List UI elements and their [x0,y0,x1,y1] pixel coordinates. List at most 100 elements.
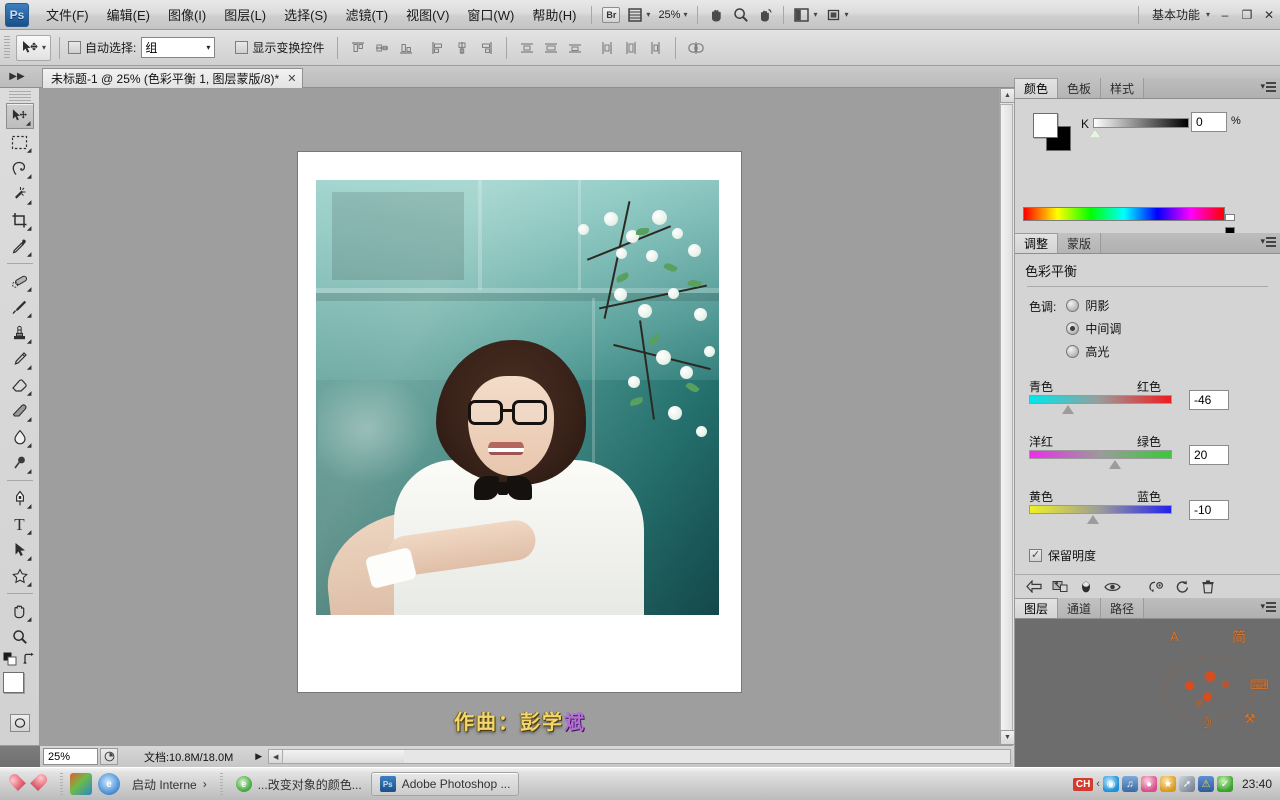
lasso-tool[interactable]: ◢ [6,155,34,181]
start-button[interactable] [0,769,56,799]
screen-mode-icon[interactable]: ▾ [791,4,820,26]
delete-adjustment-icon[interactable] [1197,578,1219,596]
return-to-adjustment-list-icon[interactable] [1023,578,1045,596]
crop-tool[interactable]: ◢ [6,207,34,233]
tab-layers[interactable]: 图层 [1015,598,1059,618]
auto-align-layers-button[interactable] [685,37,707,59]
foreground-color-swatch[interactable] [2,672,24,693]
tone-option-shadows[interactable]: 阴影 [1066,297,1121,314]
eyedropper-tool[interactable]: ◢ [6,233,34,259]
slider-magenta-green-value[interactable]: 20 [1189,445,1229,465]
auto-select-scope-dropdown[interactable]: 组 ▾ [141,37,216,58]
shield-green-icon[interactable]: ★ [1159,776,1176,792]
color-panel-foreground-swatch[interactable] [1033,113,1058,138]
layers-panel-menu-icon[interactable]: ▾ [1260,601,1276,612]
taskbar-photoshop[interactable]: Ps Adobe Photoshop ... [370,772,520,796]
reset-adjustment-icon[interactable] [1171,578,1193,596]
scroll-thumb-vertical[interactable] [1000,104,1013,734]
bridge-button[interactable]: Br [599,4,623,26]
preserve-luminosity-checkbox[interactable] [1029,548,1042,562]
distribute-top-edges-button[interactable] [516,37,538,59]
slider-yellow-blue-thumb[interactable] [1087,515,1099,524]
status-zoom-field[interactable]: 25% [43,748,98,765]
slider-magenta-green-thumb[interactable] [1109,460,1121,469]
slider-yellow-blue-value[interactable]: -10 [1189,500,1229,520]
zoom-tool[interactable] [6,624,34,650]
zoom-icon[interactable] [730,4,752,26]
menu-view[interactable]: 视图(V) [397,1,458,28]
preserve-luminosity-row[interactable]: 保留明度 [1015,543,1280,564]
color-channel-slider-thumb[interactable] [1089,129,1101,138]
align-horizontal-centers-button[interactable] [451,37,473,59]
align-left-edges-button[interactable] [427,37,449,59]
tone-option-highlights[interactable]: 高光 [1066,343,1121,360]
zoom-level-display[interactable]: 25% ▾ [655,4,690,26]
options-bar-grip[interactable] [4,35,10,60]
history-brush-tool[interactable]: ◢ [6,346,34,372]
tab-color[interactable]: 颜色 [1015,78,1059,98]
tone-option-midtones[interactable]: 中间调 [1066,320,1121,337]
align-top-edges-button[interactable] [347,37,369,59]
menu-help[interactable]: 帮助(H) [523,1,585,28]
tools-panel-grip[interactable] [8,91,31,101]
security-icon[interactable]: ✓ [1216,776,1233,792]
ramp-white-swatch[interactable] [1225,214,1235,221]
status-proxy-preview-icon[interactable] [100,748,118,765]
tab-paths[interactable]: 路径 [1101,598,1145,618]
dodge-tool[interactable]: ◢ [6,450,34,476]
tab-adjustments[interactable]: 调整 [1015,233,1059,253]
document-canvas[interactable] [298,152,741,692]
quicklaunch-internet-explorer-icon[interactable]: e [98,773,120,795]
scroll-down-button[interactable]: ▼ [1000,730,1015,745]
current-tool-preview[interactable]: ▾ [16,34,52,61]
canvas-vertical-scrollbar[interactable]: ▲ ▼ [999,88,1015,745]
auto-select-checkbox[interactable] [68,41,82,54]
custom-shape-tool[interactable]: ◢ [6,563,34,589]
quicklaunch-photoshop-icon[interactable] [70,773,92,795]
type-tool[interactable]: T ◢ [6,511,34,537]
ime-floating-toolbar[interactable]: A 简 ☽ ⌨ ⚒ [1148,625,1276,733]
status-popup-arrow-icon[interactable]: ▶ [255,751,262,762]
hand-icon[interactable] [705,4,728,26]
distribute-bottom-edges-button[interactable] [564,37,586,59]
window-close-button[interactable]: ✕ [1258,5,1280,25]
tab-channels[interactable]: 通道 [1058,598,1102,618]
preview-eye-icon[interactable] [1101,578,1123,596]
swap-colors-icon[interactable] [22,652,37,666]
blur-tool[interactable]: ◢ [6,424,34,450]
reset-previous-state-icon[interactable] [1145,578,1167,596]
scroll-up-button[interactable]: ▲ [1000,88,1015,103]
slider-cyan-red-track[interactable] [1029,395,1172,404]
color-panel-swatches[interactable] [1033,113,1071,151]
align-bottom-edges-button[interactable] [395,37,417,59]
tab-swatches[interactable]: 色板 [1058,78,1102,98]
gradient-tool[interactable]: ◢ [6,398,34,424]
menu-edit[interactable]: 编辑(E) [98,1,159,28]
clock[interactable]: 23:40 [1242,777,1272,791]
menu-window[interactable]: 窗口(W) [458,1,523,28]
quick-mask-mode-button[interactable] [9,714,30,732]
toggle-layer-visibility-icon[interactable] [1075,578,1097,596]
slider-yellow-blue-track[interactable] [1029,505,1172,514]
ime-mode-letter-glyph[interactable]: A [1170,629,1179,644]
chevron-right-icon[interactable]: › [203,777,207,791]
window-minimize-button[interactable]: – [1214,5,1236,25]
qq-icon[interactable]: ◉ [1102,776,1119,792]
window-restore-button[interactable]: ❐ [1236,5,1258,25]
radio-highlights[interactable] [1066,345,1080,358]
arrange-documents-icon[interactable]: ▾ [823,4,852,26]
path-selection-tool[interactable]: ◢ [6,537,34,563]
scroll-thumb-horizontal[interactable] [284,750,405,763]
rectangular-marquee-tool[interactable]: ◢ [6,129,34,155]
distribute-right-edges-button[interactable] [644,37,666,59]
color-channel-value-field[interactable]: 0 [1191,112,1227,132]
collapse-panels-icon[interactable]: ▶▶ [4,69,30,84]
ime-keyboard-icon[interactable]: ⌨ [1250,677,1269,693]
distribute-vertical-centers-button[interactable] [540,37,562,59]
slider-cyan-red-value[interactable]: -46 [1189,390,1229,410]
menu-filter[interactable]: 滤镜(T) [336,1,397,28]
ime-indicator[interactable]: CH [1072,777,1094,791]
warning-icon[interactable]: ⚠ [1197,776,1214,792]
menu-layer[interactable]: 图层(L) [215,1,275,28]
radio-shadows[interactable] [1066,299,1080,312]
